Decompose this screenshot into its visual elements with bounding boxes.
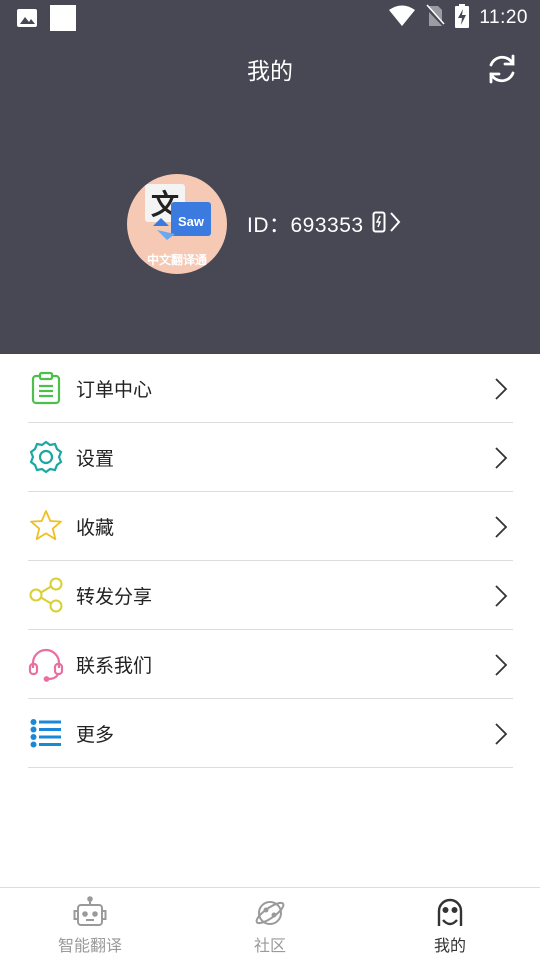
square-icon [50, 5, 76, 35]
chevron-right-icon [388, 211, 402, 237]
status-time: 11:20 [479, 7, 528, 28]
phone-icon [372, 211, 386, 237]
menu-item-contact[interactable]: 联系我们 [28, 630, 513, 699]
menu-item-more[interactable]: 更多 [28, 699, 513, 768]
share-icon [28, 577, 64, 613]
bottom-nav: 智能翻译 社区 我的 [0, 887, 540, 960]
menu-item-share[interactable]: 转发分享 [28, 561, 513, 630]
battery-charging-icon [455, 4, 470, 32]
robot-icon [73, 896, 107, 930]
nav-item-community[interactable]: 社区 [180, 888, 360, 960]
nav-label: 我的 [433, 936, 466, 955]
chevron-right-icon [493, 376, 509, 402]
chevron-right-icon [493, 652, 509, 678]
avatar[interactable]: 文 Saw 中文翻译通 [127, 174, 227, 274]
headset-icon [28, 646, 64, 682]
nav-label: 社区 [253, 936, 286, 955]
profile-header: 11:20 我的 文 Saw 中文翻译通 ID：693353 [0, 0, 540, 354]
avatar-caption: 中文翻译通 [146, 253, 207, 267]
chevron-right-icon [493, 514, 509, 540]
status-bar: 11:20 [0, 0, 540, 36]
list-icon [28, 715, 64, 751]
menu-item-label: 更多 [76, 723, 115, 746]
screen: 11:20 我的 文 Saw 中文翻译通 ID：693353 订单中心 设置 收… [0, 0, 540, 960]
page-title: 我的 [247, 59, 293, 85]
menu-item-label: 收藏 [76, 516, 115, 539]
menu-item-favorites[interactable]: 收藏 [28, 492, 513, 561]
star-icon [28, 508, 64, 544]
planet-icon [253, 896, 287, 930]
user-id: ID：693353 [247, 214, 364, 237]
no-sim-icon [425, 4, 446, 32]
face-icon [433, 896, 467, 930]
menu-list: 订单中心 设置 收藏 转发分享 联系我们 更多 [28, 354, 513, 768]
menu-item-orders[interactable]: 订单中心 [28, 354, 513, 423]
avatar-text-badge: Saw [178, 214, 205, 229]
menu-item-label: 设置 [76, 447, 115, 470]
nav-item-mine[interactable]: 我的 [360, 888, 540, 960]
clipboard-icon [28, 370, 64, 406]
image-icon [16, 7, 38, 33]
menu-item-label: 订单中心 [76, 378, 153, 401]
refresh-icon [484, 54, 520, 91]
nav-label: 智能翻译 [57, 936, 122, 955]
menu-item-settings[interactable]: 设置 [28, 423, 513, 492]
menu-item-label: 转发分享 [76, 585, 153, 608]
menu-item-label: 联系我们 [76, 654, 153, 677]
refresh-button[interactable] [484, 51, 520, 87]
nav-item-translate[interactable]: 智能翻译 [0, 888, 180, 960]
chevron-right-icon [493, 721, 509, 747]
profile-row[interactable]: 文 Saw 中文翻译通 ID：693353 [127, 174, 402, 274]
wifi-icon [389, 5, 416, 31]
chevron-right-icon [493, 445, 509, 471]
gear-icon [28, 439, 64, 475]
chevron-right-icon [493, 583, 509, 609]
